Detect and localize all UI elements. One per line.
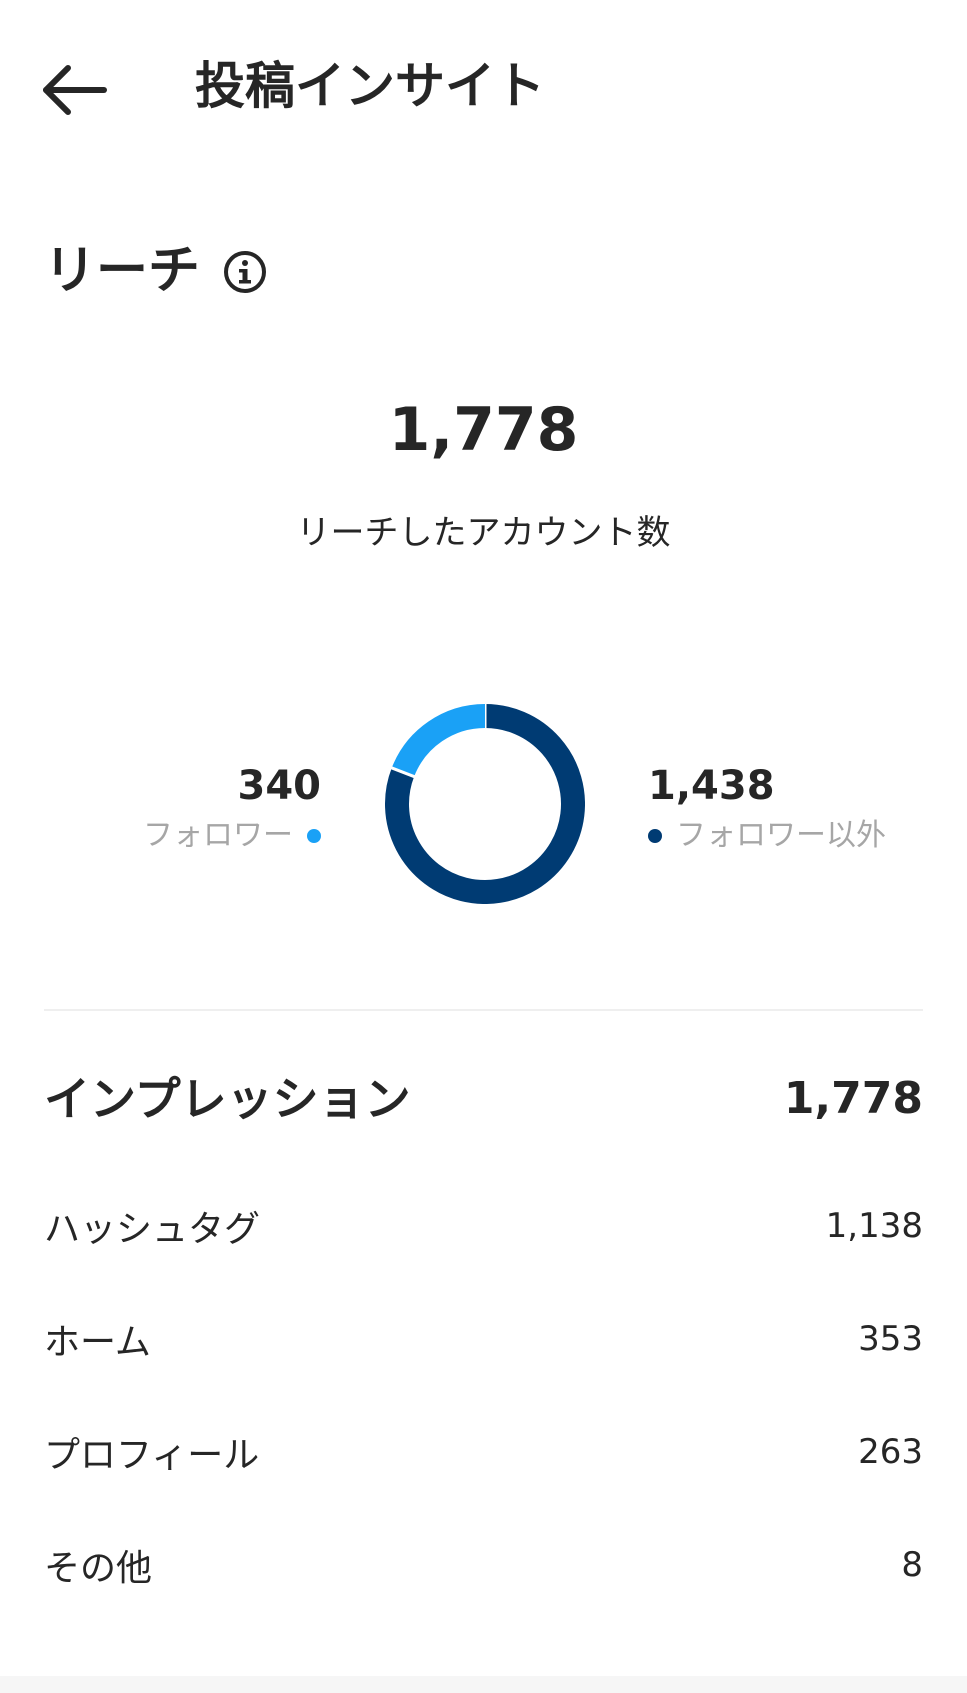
reach-total-value: 1,778 <box>388 395 579 465</box>
info-circle-icon <box>224 251 266 293</box>
impressions-heading: インプレッション <box>44 1072 411 1126</box>
followers-label: フォロワー <box>143 818 293 853</box>
impression-row-other: その他 8 <box>44 1535 923 1595</box>
impression-row-profile: プロフィール 263 <box>44 1422 923 1482</box>
impression-row-label: ホーム <box>44 1322 151 1363</box>
impression-row-value: 263 <box>858 1432 923 1472</box>
reach-heading: リーチ <box>44 241 201 301</box>
impression-row-hashtag: ハッシュタグ 1,138 <box>44 1196 923 1256</box>
impression-row-value: 1,138 <box>825 1206 923 1246</box>
reach-donut-chart <box>385 704 585 904</box>
impressions-total: 1,778 <box>783 1073 923 1124</box>
bottom-edge <box>0 1676 967 1693</box>
section-divider <box>44 1009 923 1011</box>
non-followers-value: 1,438 <box>648 763 775 809</box>
back-button[interactable] <box>38 52 110 124</box>
impression-row-label: プロフィール <box>44 1435 260 1476</box>
impression-row-value: 353 <box>858 1319 923 1359</box>
impression-row-home: ホーム 353 <box>44 1309 923 1369</box>
page-title: 投稿インサイト <box>195 57 545 115</box>
followers-value: 340 <box>237 763 322 809</box>
impression-row-label: その他 <box>44 1548 153 1589</box>
impression-row-label: ハッシュタグ <box>44 1209 261 1250</box>
followers-dot-icon <box>307 829 321 843</box>
non-followers-label: フォロワー以外 <box>676 818 886 853</box>
impression-row-value: 8 <box>901 1545 923 1585</box>
info-button[interactable] <box>222 249 268 295</box>
followers-legend: フォロワー <box>143 814 321 858</box>
arrow-left-icon <box>43 65 107 115</box>
donut-slice-followers <box>391 704 486 777</box>
non-followers-dot-icon <box>648 829 662 843</box>
reach-subtitle: リーチしたアカウント数 <box>296 513 671 553</box>
non-followers-legend: フォロワー以外 <box>648 814 886 858</box>
